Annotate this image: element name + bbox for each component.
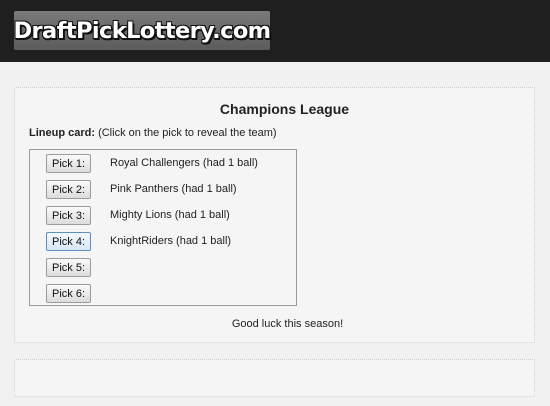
pick-row-4: Pick 4: KnightRiders (had 1 ball) — [30, 232, 296, 252]
logo-text: DraftPickLottery.com — [13, 17, 271, 44]
pick-1-team: Royal Challengers (had 1 ball) — [110, 157, 258, 169]
pick-3-team: Mighty Lions (had 1 ball) — [110, 209, 230, 221]
site-header: DraftPickLottery.com — [0, 0, 550, 62]
pick-4-button[interactable]: Pick 4: — [46, 232, 91, 251]
pick-row-6: Pick 6: — [30, 284, 296, 304]
pick-4-team: KnightRiders (had 1 ball) — [110, 235, 232, 247]
league-title: Champions League — [219, 101, 350, 117]
lineup-label-bold: Lineup card: — [29, 127, 96, 139]
lineup-card-label: Lineup card: (Click on the pick to revea… — [29, 127, 277, 139]
good-luck-message: Good luck this season! — [231, 318, 344, 330]
pick-row-3: Pick 3: Mighty Lions (had 1 ball) — [30, 206, 296, 226]
pick-2-button[interactable]: Pick 2: — [46, 180, 91, 199]
pick-3-button[interactable]: Pick 3: — [46, 206, 91, 225]
pick-1-button[interactable]: Pick 1: — [46, 154, 91, 173]
pick-2-team: Pink Panthers (had 1 ball) — [110, 183, 237, 195]
pick-row-5: Pick 5: — [30, 258, 296, 278]
secondary-panel — [14, 359, 535, 397]
lineup-label-instructions: (Click on the pick to reveal the team) — [95, 127, 277, 139]
lineup-card: Pick 1: Royal Challengers (had 1 ball) P… — [29, 149, 297, 306]
pick-row-2: Pick 2: Pink Panthers (had 1 ball) — [30, 180, 296, 200]
pick-5-button[interactable]: Pick 5: — [46, 258, 91, 277]
lottery-results-panel: Champions League Lineup card: (Click on … — [14, 87, 535, 343]
pick-6-button[interactable]: Pick 6: — [46, 284, 91, 303]
pick-row-1: Pick 1: Royal Challengers (had 1 ball) — [30, 154, 296, 174]
site-logo[interactable]: DraftPickLottery.com — [13, 11, 271, 50]
